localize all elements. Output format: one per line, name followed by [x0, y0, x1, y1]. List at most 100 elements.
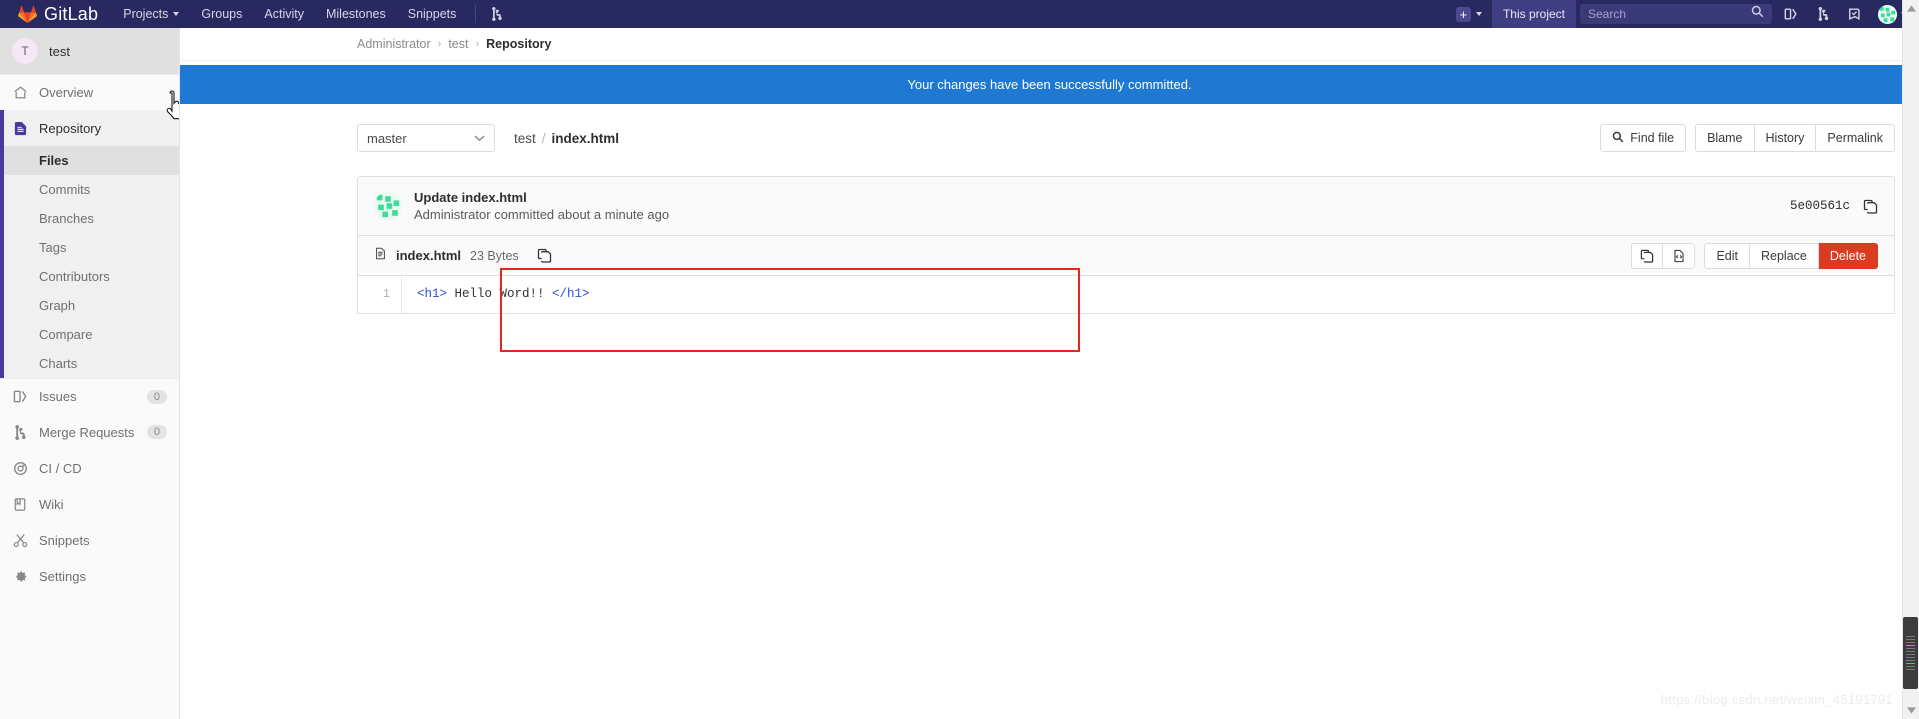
delete-label: Delete — [1829, 248, 1866, 263]
file-icon — [374, 246, 387, 266]
sidebar-item-settings[interactable]: Settings — [0, 558, 179, 594]
sidebar-item-overview-label: Overview — [39, 85, 94, 100]
chevron-down-icon — [173, 12, 180, 16]
sidebar-item-settings-label: Settings — [39, 568, 86, 584]
history-button[interactable]: History — [1754, 124, 1817, 152]
nav-link-milestones[interactable]: Milestones — [315, 0, 397, 28]
sidebar-subitem-files-label: Files — [39, 153, 69, 168]
gitlab-home-link[interactable]: GitLab — [0, 4, 112, 25]
sidebar-item-issues[interactable]: Issues 0 — [0, 378, 179, 414]
sidebar-subitem-charts[interactable]: Charts — [0, 349, 179, 378]
sidebar-project-header[interactable]: T test — [0, 28, 179, 74]
permalink-label: Permalink — [1827, 131, 1883, 145]
scroll-up-arrow[interactable] — [1903, 0, 1919, 17]
sidebar-item-snippets[interactable]: Snippets — [0, 522, 179, 558]
sidebar-item-ci-cd-label: CI / CD — [39, 460, 82, 476]
sidebar-item-merge-requests[interactable]: Merge Requests 0 — [0, 414, 179, 450]
search-icon — [1612, 131, 1624, 146]
path-segment-test[interactable]: test — [514, 131, 536, 146]
chevron-down-icon — [1475, 12, 1482, 16]
sidebar-subitem-commits-label: Commits — [39, 182, 91, 197]
nav-link-groups[interactable]: Groups — [190, 0, 253, 28]
path-separator: / — [541, 130, 546, 146]
path-segment-file[interactable]: index.html — [552, 131, 620, 146]
scrollbar-thumb[interactable] — [1903, 617, 1918, 689]
sidebar-item-wiki[interactable]: Wiki — [0, 486, 179, 522]
success-flash-banner: Your changes have been successfully comm… — [180, 65, 1919, 104]
line-number[interactable]: 1 — [358, 285, 401, 304]
branch-selector-value: master — [367, 130, 407, 146]
sidebar-item-merge-requests-label: Merge Requests — [39, 424, 135, 440]
breadcrumb-administrator[interactable]: Administrator — [357, 37, 431, 51]
document-icon — [12, 121, 28, 136]
page-scrollbar[interactable] — [1902, 0, 1919, 719]
global-search-box[interactable] — [1580, 4, 1772, 24]
project-avatar: T — [12, 38, 38, 64]
permalink-button[interactable]: Permalink — [1816, 124, 1895, 152]
book-icon — [12, 497, 28, 512]
sidebar-subitem-charts-label: Charts — [39, 356, 78, 371]
top-nav-links: Projects Groups Activity Milestones Snip… — [112, 0, 467, 28]
merge-request-icon[interactable] — [484, 7, 509, 21]
open-raw-icon[interactable] — [1663, 242, 1696, 269]
line-number-gutter: 1 — [358, 276, 402, 313]
sidebar-subitem-branches[interactable]: Branches — [0, 204, 179, 233]
search-scope-this-project[interactable]: This project — [1491, 0, 1576, 28]
sidebar-subitem-graph[interactable]: Graph — [0, 291, 179, 320]
blame-button[interactable]: Blame — [1695, 124, 1755, 152]
code-token-close-tag: </h1> — [552, 287, 590, 301]
copy-icon[interactable] — [1863, 199, 1878, 214]
last-commit-box: Update index.html Administrator committe… — [357, 176, 1895, 236]
find-file-label: Find file — [1630, 131, 1675, 145]
breadcrumb-repository[interactable]: Repository — [486, 37, 551, 51]
file-holder: Update index.html Administrator committe… — [357, 176, 1895, 314]
delete-button[interactable]: Delete — [1818, 242, 1878, 269]
nav-link-snippets[interactable]: Snippets — [397, 0, 468, 28]
branch-selector[interactable]: master — [357, 124, 495, 152]
sidebar-subitem-compare[interactable]: Compare — [0, 320, 179, 349]
sidebar-item-ci-cd[interactable]: CI / CD — [0, 450, 179, 486]
sidebar-subitem-commits[interactable]: Commits — [0, 175, 179, 204]
gear-icon — [12, 569, 28, 584]
sidebar-item-overview[interactable]: Overview — [0, 74, 179, 110]
commit-sha[interactable]: 5e00561c — [1790, 199, 1850, 213]
merge-requests-count-badge: 0 — [146, 425, 167, 439]
breadcrumb: Administrator › test › Repository — [180, 28, 1919, 61]
sidebar-subitem-contributors-label: Contributors — [39, 269, 110, 284]
sidebar-item-repository-label: Repository — [39, 120, 102, 136]
sidebar-subitem-branches-label: Branches — [39, 211, 94, 226]
search-input[interactable] — [1588, 7, 1751, 21]
breadcrumb-separator: › — [437, 38, 442, 50]
todos-icon[interactable] — [1840, 0, 1870, 28]
nav-link-milestones-label: Milestones — [325, 7, 386, 21]
commit-message[interactable]: Update index.html — [414, 190, 669, 205]
scroll-down-arrow[interactable] — [1903, 702, 1919, 719]
plus-icon: + — [1455, 6, 1471, 22]
new-item-button[interactable]: + — [1446, 0, 1492, 28]
merge-requests-icon[interactable] — [1808, 0, 1838, 28]
code-content[interactable]: <h1> Hello Word!! </h1> — [402, 276, 1894, 313]
sidebar-subitem-tags[interactable]: Tags — [0, 233, 179, 262]
scissors-icon — [12, 533, 28, 548]
sidebar-subitem-files[interactable]: Files — [0, 146, 179, 175]
commit-meta: Administrator committed about a minute a… — [414, 207, 670, 222]
breadcrumb-test[interactable]: test — [448, 37, 468, 51]
gitlab-brand-text: GitLab — [44, 3, 99, 24]
copy-contents-icon[interactable] — [1631, 242, 1664, 269]
nav-link-activity[interactable]: Activity — [253, 0, 315, 28]
project-sidebar: T test Overview Repository Files Commits… — [0, 28, 180, 719]
chevron-down-icon — [474, 135, 485, 142]
copy-icon[interactable] — [537, 248, 552, 263]
sidebar-item-repository[interactable]: Repository — [0, 110, 179, 146]
file-path-breadcrumb: test / index.html — [514, 131, 619, 146]
issues-icon[interactable] — [1776, 0, 1806, 28]
edit-button[interactable]: Edit — [1704, 242, 1750, 269]
nav-link-projects[interactable]: Projects — [112, 0, 190, 28]
code-token-text: Hello Word!! — [447, 287, 553, 301]
commit-author-avatar — [374, 192, 402, 220]
main-content: Administrator › test › Repository Your c… — [180, 28, 1919, 719]
replace-button[interactable]: Replace — [1749, 242, 1819, 269]
sidebar-subitem-contributors[interactable]: Contributors — [0, 262, 179, 291]
find-file-button[interactable]: Find file — [1600, 124, 1687, 152]
file-card: index.html 23 Bytes Edit Replace Delete … — [357, 236, 1895, 314]
